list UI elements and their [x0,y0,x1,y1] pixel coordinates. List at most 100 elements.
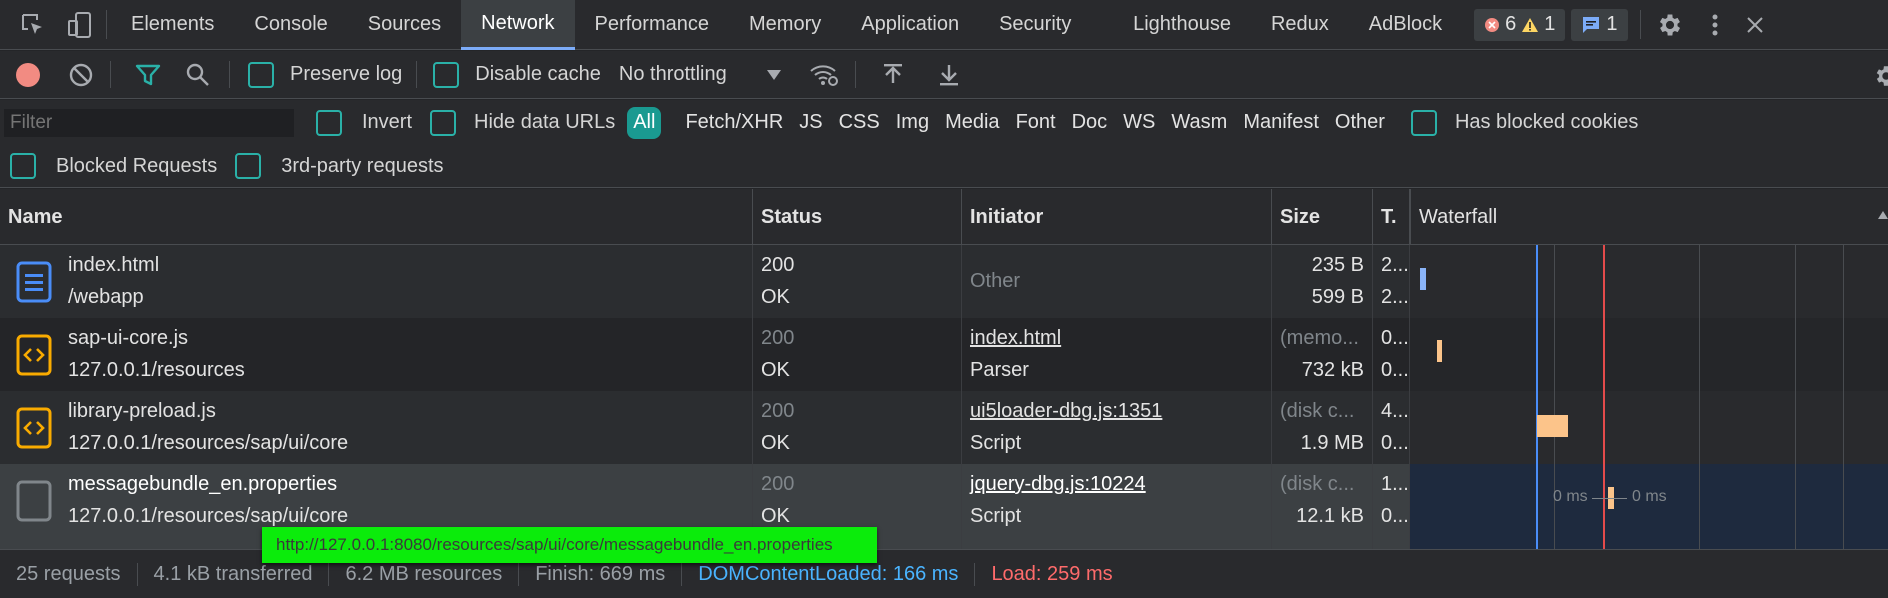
size-transferred: (disk c... [1280,400,1355,422]
status-cell: 200 OK [753,245,962,318]
inspect-element-icon[interactable] [8,0,58,50]
waterfall-row-bg [1410,245,1888,318]
invert-checkbox[interactable] [316,109,342,136]
requests-table-header: Name Status Initiator Size T. Waterfall [0,189,1888,245]
status-text: OK [761,359,790,381]
initiator-cell: jquery-dbg.js:10224 Script [962,464,1272,549]
waterfall-timing-line [1592,498,1627,499]
throttling-select[interactable]: No throttling [619,63,727,86]
network-conditions-icon[interactable] [809,63,839,87]
initiator-link[interactable]: jquery-dbg.js:10224 [970,473,1146,496]
search-icon[interactable] [185,62,211,88]
third-party-requests-checkbox[interactable] [235,153,262,179]
has-blocked-cookies-checkbox[interactable] [1410,109,1437,136]
disable-cache-checkbox[interactable] [433,61,460,88]
waterfall-panel[interactable]: 0 ms 0 ms [1410,245,1888,549]
table-row[interactable]: sap-ui-core.js 127.0.0.1/resources 200 O… [0,318,1410,391]
document-file-icon [16,261,52,303]
status-cell: 200 OK [753,391,962,464]
column-header-size[interactable]: Size [1272,189,1373,245]
issues-badge[interactable]: 6 1 [1474,8,1566,41]
request-name: sap-ui-core.js [68,327,189,349]
initiator-link[interactable]: index.html [970,327,1061,350]
url-tooltip: http://127.0.0.1:8080/resources/sap/ui/c… [262,527,877,563]
time-cell: 2... 2... [1373,245,1410,318]
import-har-icon[interactable] [882,63,904,87]
error-count: 6 [1505,13,1517,35]
filter-funnel-icon[interactable] [135,63,161,87]
filter-type-manifest[interactable]: Manifest [1235,107,1327,139]
chevron-down-icon[interactable] [766,69,781,80]
messages-badge[interactable]: 1 [1571,8,1628,41]
tab-memory[interactable]: Memory [729,0,841,50]
tab-adblock[interactable]: AdBlock [1349,0,1462,50]
filter-type-doc[interactable]: Doc [1064,107,1116,139]
load-time: Load: 259 ms [991,562,1113,585]
filter-type-other[interactable]: Other [1327,107,1393,139]
warning-icon [1522,17,1539,32]
hide-data-urls-checkbox[interactable] [430,109,457,136]
time-cell: 0... 0... [1373,318,1410,391]
column-header-status[interactable]: Status [753,189,962,245]
tab-console[interactable]: Console [234,0,347,50]
column-header-initiator[interactable]: Initiator [962,189,1272,245]
filter-input[interactable] [4,108,294,137]
filter-type-all[interactable]: All [627,106,662,139]
filter-type-fetch-xhr[interactable]: Fetch/XHR [677,107,791,139]
settings-gear-icon[interactable] [1645,11,1695,39]
tab-elements[interactable]: Elements [111,0,234,50]
grid-line [1843,245,1844,549]
table-row[interactable]: library-preload.js 127.0.0.1/resources/s… [0,391,1410,464]
transferred-size: 4.1 kB transferred [138,562,330,586]
network-toolbar: Preserve log Disable cache No throttling [0,51,1888,99]
filter-type-wasm[interactable]: Wasm [1163,107,1235,139]
grid-line [1699,245,1700,549]
third-party-requests-label: 3rd-party requests [281,154,444,177]
error-icon [1485,17,1500,32]
message-icon [1583,16,1600,33]
filter-type-img[interactable]: Img [888,107,937,139]
filter-type-media[interactable]: Media [937,107,1007,139]
devtools-tab-bar: Elements Console Sources Network Perform… [0,0,1888,50]
load-line [1603,245,1605,549]
status-code: 200 [761,400,795,422]
network-settings-gear-icon[interactable] [1872,63,1888,89]
waterfall-row-bg [1410,391,1888,464]
status-code: 200 [761,254,795,276]
filter-type-ws[interactable]: WS [1115,107,1163,139]
blocked-requests-checkbox[interactable] [10,153,36,179]
disable-cache-label: Disable cache [475,63,601,85]
request-path: 127.0.0.1/resources/sap/ui/core [68,432,349,454]
status-code: 200 [761,327,795,349]
tab-lighthouse[interactable]: Lighthouse [1113,0,1251,50]
tab-performance[interactable]: Performance [575,0,730,50]
more-options-icon[interactable] [1695,13,1735,37]
record-button[interactable] [16,62,40,87]
filter-type-js[interactable]: JS [791,107,830,139]
initiator-link[interactable]: ui5loader-dbg.js:1351 [970,400,1162,423]
filter-type-css[interactable]: CSS [831,107,888,139]
table-row[interactable]: index.html /webapp 200 OK Other 235 B 59… [0,245,1410,318]
divider [110,61,111,88]
hide-data-urls-label: Hide data URLs [474,111,616,133]
column-header-name[interactable]: Name [0,189,753,245]
filter-type-font[interactable]: Font [1008,107,1064,139]
size-transferred: (disk c... [1280,473,1355,495]
close-devtools-icon[interactable] [1735,15,1765,35]
has-blocked-cookies-label: Has blocked cookies [1454,111,1639,133]
preserve-log-checkbox[interactable] [248,61,274,88]
export-har-icon[interactable] [938,63,960,87]
clear-icon[interactable] [68,62,94,88]
column-header-waterfall[interactable]: Waterfall [1410,189,1888,245]
request-path: 127.0.0.1/resources [68,359,245,381]
tab-security[interactable]: Security [979,0,1099,50]
name-cell: sap-ui-core.js 127.0.0.1/resources [0,318,753,391]
tab-redux[interactable]: Redux [1251,0,1349,50]
tab-sources[interactable]: Sources [348,0,461,50]
device-toolbar-icon[interactable] [58,0,102,50]
column-header-time[interactable]: T. [1373,189,1410,245]
size-resource: 1.9 MB [1300,432,1364,454]
size-cell: (disk c... 1.9 MB [1272,391,1373,464]
tab-application[interactable]: Application [841,0,979,50]
tab-network[interactable]: Network [461,0,575,50]
